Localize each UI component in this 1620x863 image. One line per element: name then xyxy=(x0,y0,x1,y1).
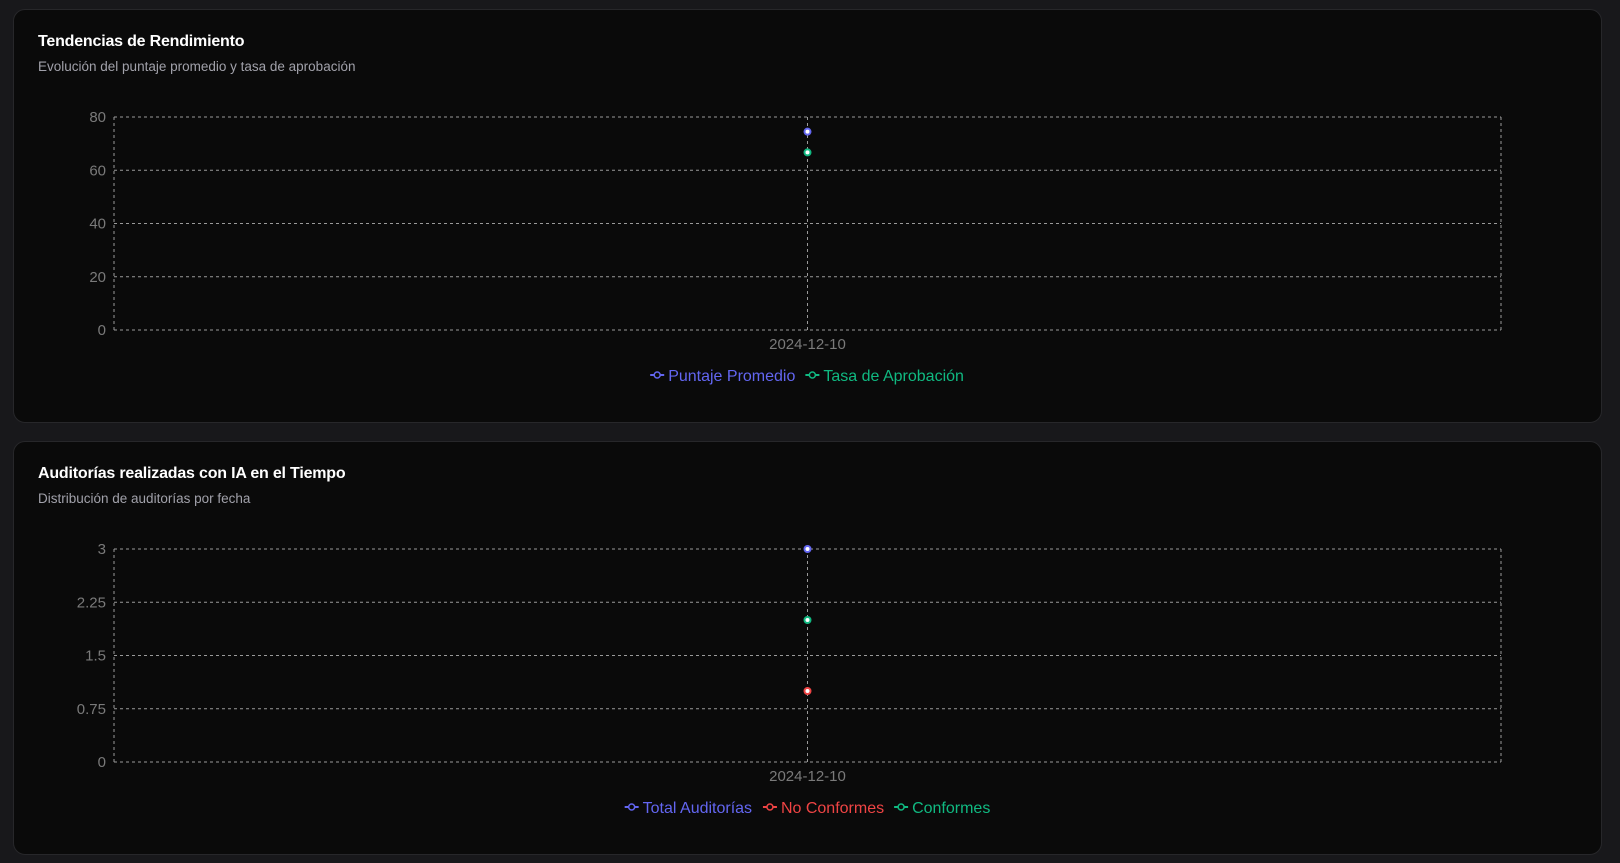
y-tick-label: 2.25 xyxy=(77,594,106,611)
data-point-total-auditorias[interactable] xyxy=(803,545,812,553)
legend-label: Puntaje Promedio xyxy=(668,368,795,385)
y-tick-label: 1.5 xyxy=(85,648,106,665)
y-tick-label: 3 xyxy=(98,541,106,558)
x-tick-label: 2024-12-10 xyxy=(769,336,846,353)
legend-item-total-auditorias[interactable]: Total Auditorías xyxy=(624,800,752,817)
y-tick-label: 0 xyxy=(98,754,106,771)
ai-audits-chart: 0 0.75 1.5 2.25 3 2024-12-10 Total Auditorías N… xyxy=(77,541,1502,817)
legend-item-conformes[interactable]: Conformes xyxy=(894,800,990,817)
y-tick-label: 0 xyxy=(98,322,106,339)
legend-marker-icon xyxy=(766,803,774,811)
legend-marker-icon xyxy=(897,803,905,811)
y-tick-label: 80 xyxy=(89,109,106,126)
performance-trends-card: Tendencias de Rendimiento Evolución del … xyxy=(13,9,1602,423)
legend-label: Tasa de Aprobación xyxy=(823,368,964,385)
ai-audits-card: Auditorías realizadas con IA en el Tiemp… xyxy=(13,441,1602,855)
dashboard-page: Tendencias de Rendimiento Evolución del … xyxy=(0,0,1620,863)
data-point-puntaje-promedio[interactable] xyxy=(803,127,812,136)
y-tick-label: 60 xyxy=(89,162,106,179)
legend-item-tasa-de-aprobacion[interactable]: Tasa de Aprobación xyxy=(805,368,964,385)
legend-marker-icon xyxy=(653,371,661,379)
y-tick-label: 0.75 xyxy=(77,701,106,718)
legend-label: No Conformes xyxy=(781,800,884,817)
legend-item-puntaje-promedio[interactable]: Puntaje Promedio xyxy=(650,368,795,385)
legend-item-no-conformes[interactable]: No Conformes xyxy=(762,800,884,817)
performance-trends-chart: 0 20 40 60 80 2024-12-10 Puntaje Promedio Tasa … xyxy=(89,109,1502,385)
y-tick-label: 40 xyxy=(89,216,106,233)
y-tick-label: 20 xyxy=(89,269,106,286)
legend-label: Conformes xyxy=(912,800,990,817)
data-point-conformes[interactable] xyxy=(803,616,812,624)
legend-marker-icon xyxy=(808,371,817,379)
legend-label: Total Auditorías xyxy=(643,800,752,817)
x-tick-label: 2024-12-10 xyxy=(769,768,846,785)
data-point-no-conformes[interactable] xyxy=(803,687,812,695)
legend-marker-icon xyxy=(627,803,636,811)
data-point-tasa-de-aprobacion[interactable] xyxy=(803,148,812,157)
